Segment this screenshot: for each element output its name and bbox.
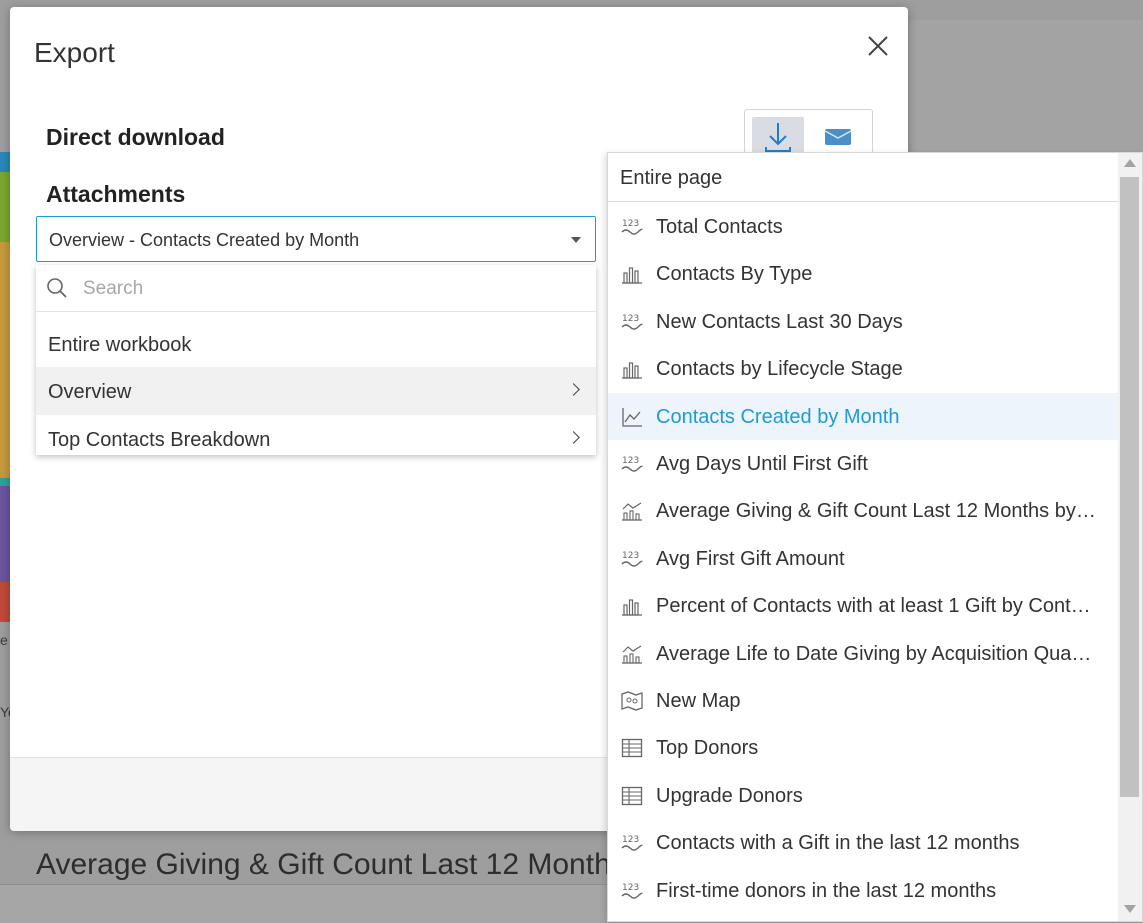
submenu-item-new-map[interactable]: New Map <box>608 677 1118 724</box>
submenu-item-label: Average Life to Date Giving by Acquisiti… <box>656 642 1092 665</box>
scroll-down-arrow-icon[interactable] <box>1124 905 1136 913</box>
dropdown-item-top-contacts-breakdown[interactable]: Top Contacts Breakdown <box>36 415 596 463</box>
dropdown-item-label: Overview <box>48 381 132 403</box>
submenu-item-first-time-donors-in-the-last-12-months[interactable]: 123 First-time donors in the last 12 mont… <box>608 867 1118 914</box>
close-icon[interactable] <box>865 33 891 59</box>
download-icon <box>765 123 791 152</box>
submenu-item-label: Entire page <box>620 167 723 189</box>
kpi-number-icon: 123 <box>621 216 643 238</box>
combo-chart-icon <box>621 500 643 522</box>
submenu-item-contacts-by-type[interactable]: Contacts By Type <box>608 250 1118 297</box>
table-icon <box>621 737 643 759</box>
bar-chart-icon <box>621 358 643 380</box>
search-icon <box>47 278 67 298</box>
search-input[interactable] <box>81 277 565 301</box>
dialog-title: Export <box>34 37 115 68</box>
submenu-item-avg-days-until-first-gift[interactable]: 123 Avg Days Until First Gift <box>608 440 1118 487</box>
bar-chart-icon <box>621 595 643 617</box>
kpi-number-icon: 123 <box>621 548 643 570</box>
dropdown-search <box>36 265 596 312</box>
svg-text:123: 123 <box>622 456 639 466</box>
submenu-item-label: Contacts with a Gift in the last 12 mont… <box>656 832 1020 855</box>
submenu-item-label: Average Giving & Gift Count Last 12 Mont… <box>656 500 1096 523</box>
submenu-item-percent-of-contacts-with-at-least-1-gift-by-cont[interactable]: Percent of Contacts with at least 1 Gift… <box>608 582 1118 629</box>
svg-text:123: 123 <box>622 835 639 845</box>
map-icon <box>621 690 643 712</box>
bar-chart-icon <box>621 263 643 285</box>
kpi-number-icon: 123 <box>621 311 643 333</box>
dropdown-item-overview[interactable]: Overview <box>36 367 596 415</box>
svg-text:123: 123 <box>622 883 639 893</box>
email-toggle-button[interactable] <box>812 117 864 157</box>
chevron-right-icon <box>567 383 580 396</box>
submenu-item-average-life-to-date-giving-by-acquisition-qua[interactable]: Average Life to Date Giving by Acquisiti… <box>608 630 1118 677</box>
submenu-item-label: Avg First Gift Amount <box>656 547 845 570</box>
submenu-item-label: Contacts by Lifecycle Stage <box>656 358 903 381</box>
dropdown-item-entire-workbook[interactable]: Entire workbook <box>36 320 596 368</box>
direct-download-heading: Direct download <box>46 124 225 150</box>
submenu-item-label: First-time donors in the last 12 months <box>656 879 997 902</box>
kpi-number-icon: 123 <box>621 880 643 902</box>
submenu-item-label: New Map <box>656 690 741 712</box>
submenu-scrollbar[interactable] <box>1118 153 1142 921</box>
background-text: e <box>0 632 8 648</box>
submenu-item-contacts-created-by-month[interactable]: Contacts Created by Month <box>608 392 1118 440</box>
dropdown-item-label: Top Contacts Breakdown <box>48 429 271 451</box>
background-widget-title: Average Giving & Gift Count Last 12 Mont… <box>36 848 626 881</box>
submenu-item-label: Total Contacts <box>656 216 783 238</box>
submenu-item-label: Percent of Contacts with at least 1 Gift… <box>656 595 1091 618</box>
download-toggle-button[interactable] <box>752 117 804 157</box>
submenu-item-new-contacts-last-30-days[interactable]: 123 New Contacts Last 30 Days <box>608 298 1118 345</box>
submenu-item-label: Contacts By Type <box>656 263 813 286</box>
kpi-number-icon: 123 <box>621 453 643 475</box>
submenu-item-total-contacts[interactable]: 123 Total Contacts <box>608 203 1118 250</box>
attachment-select[interactable]: Overview - Contacts Created by Month <box>36 216 596 262</box>
submenu-item-upgrade-donors[interactable]: Upgrade Donors <box>608 772 1118 819</box>
submenu-item-avg-first-gift-amount[interactable]: 123 Avg First Gift Amount <box>608 535 1118 582</box>
attachment-dropdown: Entire workbook Overview Top Contacts Br… <box>36 265 596 455</box>
submenu-item-label: Upgrade Donors <box>656 784 803 807</box>
submenu-item-label: Avg Days Until First Gift <box>656 453 868 475</box>
selected-value: Overview - Contacts Created by Month <box>49 230 360 250</box>
submenu-item-label: Top Donors <box>656 737 759 760</box>
submenu-item-label: Contacts Created by Month <box>656 405 900 428</box>
attachments-heading: Attachments <box>46 181 186 207</box>
chevron-down-icon <box>571 237 581 243</box>
submenu-item-entire-page[interactable]: Entire page <box>608 153 1118 202</box>
table-icon <box>621 785 643 807</box>
submenu-item-label: New Contacts Last 30 Days <box>656 310 903 333</box>
submenu-item-contacts-with-a-gift-in-the-last-12-months[interactable]: 123 Contacts with a Gift in the last 12 m… <box>608 819 1118 866</box>
background-chart-strip <box>0 152 10 622</box>
kpi-number-icon: 123 <box>621 832 643 854</box>
submenu-item-top-donors[interactable]: Top Donors <box>608 724 1118 771</box>
svg-text:123: 123 <box>622 219 639 229</box>
envelope-icon <box>824 129 852 145</box>
scroll-up-arrow-icon[interactable] <box>1124 159 1136 167</box>
chevron-right-icon <box>567 431 580 444</box>
scrollbar-thumb[interactable] <box>1120 177 1139 797</box>
submenu-item-contacts-by-lifecycle-stage[interactable]: Contacts by Lifecycle Stage <box>608 345 1118 392</box>
svg-text:123: 123 <box>622 314 639 324</box>
line-chart-icon <box>621 406 643 428</box>
overview-submenu: Entire page 123 Total Contacts Contacts By… <box>607 152 1143 922</box>
svg-text:123: 123 <box>622 551 639 561</box>
dropdown-item-label: Entire workbook <box>48 334 192 356</box>
combo-chart-icon <box>621 643 643 665</box>
background-panel <box>909 20 1143 152</box>
submenu-item-average-giving-gift-count-last-12-months-by[interactable]: Average Giving & Gift Count Last 12 Mont… <box>608 487 1118 534</box>
